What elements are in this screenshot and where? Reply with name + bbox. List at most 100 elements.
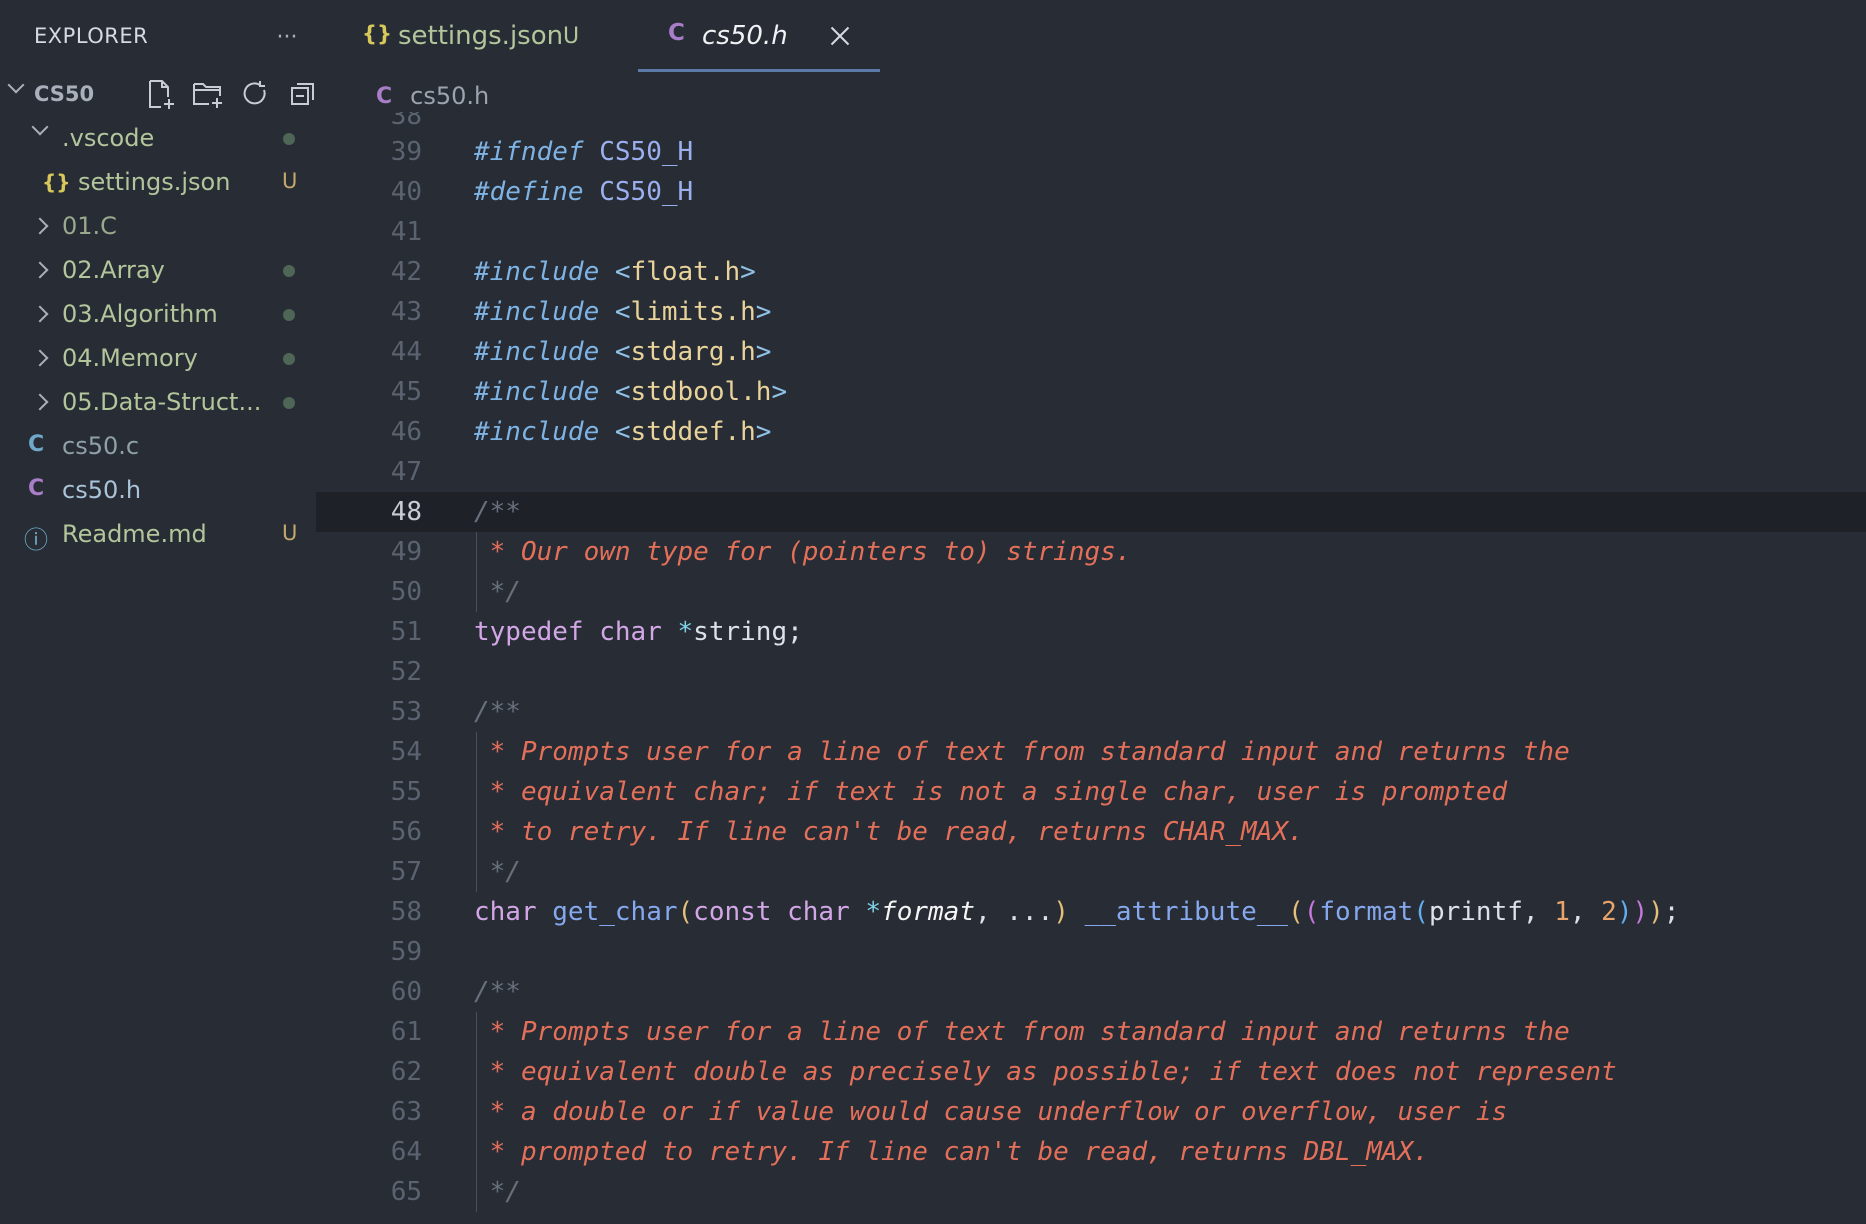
code-line: 58 char get_char(const char *format, ...… [316,892,1866,932]
tree-item-cs50h[interactable]: C cs50.h [0,468,316,512]
line-number: 64 [390,1137,422,1167]
comment: * Prompts user for a line of text from s… [474,1017,1570,1047]
new-file-icon[interactable] [142,78,178,110]
close-icon[interactable] [826,22,854,50]
code-line: 50 */ [316,572,1866,612]
refresh-icon[interactable] [238,78,274,110]
chevron-right-icon [31,349,49,367]
modified-dot [283,265,295,277]
tab-label: settings.json [398,21,564,51]
code-line: 64 * prompted to retry. If line can't be… [316,1132,1866,1172]
line-number: 38 [390,112,422,131]
comment: * equivalent char; if text is not a sing… [474,777,1508,807]
comment: /** [474,697,521,727]
header-file-icon: C [668,20,685,46]
tree-item-label: 04.Memory [62,344,198,372]
code-token: #ifndef [474,137,584,167]
line-number: 63 [390,1097,422,1127]
tree-item-label: Readme.md [62,520,207,548]
line-number: 60 [390,977,422,1007]
line-number: 62 [390,1057,422,1087]
modified-dot [283,397,295,409]
chevron-right-icon [31,393,49,411]
line-number: 42 [390,257,422,287]
line-number: 47 [390,457,422,487]
code-line: 56 * to retry. If line can't be read, re… [316,812,1866,852]
tree-item-vscode[interactable]: .vscode [0,116,316,160]
line-number: 58 [390,897,422,927]
comment: */ [474,857,521,887]
comment: */ [474,1177,521,1207]
line-number: 52 [390,657,422,687]
code-line: 59 [316,932,1866,972]
code-line: 53 /** [316,692,1866,732]
line-number: 65 [390,1177,422,1207]
line-number: 59 [390,937,422,967]
chevron-right-icon [31,261,49,279]
tree-item-settings-json[interactable]: {} settings.json U [0,160,316,204]
code-line: 46 #include <stddef.h> [316,412,1866,452]
code-line: 62 * equivalent double as precisely as p… [316,1052,1866,1092]
code-line: 44 #include <stdarg.h> [316,332,1866,372]
json-file-icon: {} [42,170,71,194]
line-number: 61 [390,1017,422,1047]
tree-item-02array[interactable]: 02.Array [0,248,316,292]
comment: * prompted to retry. If line can't be re… [474,1137,1429,1167]
tree-item-label: 02.Array [62,256,165,284]
tree-item-05datastructures[interactable]: 05.Data-Struct... [0,380,316,424]
code-line: 39 #ifndef CS50_H [316,132,1866,172]
untracked-badge: U [563,24,580,49]
comment: * Our own type for (pointers to) strings… [474,537,1132,567]
comment: * Prompts user for a line of text from s… [474,737,1570,767]
code-token: CS50_H [599,137,694,167]
tab-bar: {} settings.json U C cs50.h [316,0,1866,72]
explorer-title: EXPLORER [34,24,149,48]
code-line: 55 * equivalent char; if text is not a s… [316,772,1866,812]
comment: * to retry. If line can't be read, retur… [474,817,1304,847]
tree-item-label: cs50.c [62,432,140,460]
line-number: 49 [390,537,422,567]
tree-item-01c[interactable]: 01.C [0,204,316,248]
comment: * equivalent double as precisely as poss… [474,1057,1617,1087]
code-line: 43 #include <limits.h> [316,292,1866,332]
info-icon: ⓘ [24,526,48,554]
code-line: 61 * Prompts user for a line of text fro… [316,1012,1866,1052]
line-number: 45 [390,377,422,407]
json-file-icon: {} [362,22,392,46]
tree-item-readme[interactable]: ⓘ Readme.md U [0,512,316,556]
code-line: 63 * a double or if value would cause un… [316,1092,1866,1132]
breadcrumb-item[interactable]: cs50.h [410,82,489,110]
modified-dot [283,133,295,145]
tree-item-03algorithm[interactable]: 03.Algorithm [0,292,316,336]
chevron-right-icon [31,217,49,235]
new-folder-icon[interactable] [190,78,226,110]
more-actions-icon[interactable]: ··· [270,20,304,54]
line-number: 40 [390,177,422,207]
line-number: 41 [390,217,422,247]
tree-item-04memory[interactable]: 04.Memory [0,336,316,380]
tree-item-label: 05.Data-Struct... [62,388,262,416]
modified-dot [283,353,295,365]
untracked-badge: U [282,521,298,545]
code-line: 52 [316,652,1866,692]
workspace-root[interactable]: CS50 [0,74,316,114]
collapse-all-icon[interactable] [286,78,322,110]
tab-settings-json[interactable]: {} settings.json U [316,0,634,72]
line-number: 54 [390,737,422,767]
c-file-icon: C [28,432,45,457]
comment: /** [474,977,521,1007]
tree-item-label: 01.C [62,212,117,240]
tree-item-label: settings.json [78,168,231,196]
comment: * a double or if value would cause under… [474,1097,1508,1127]
tree-item-cs50c[interactable]: C cs50.c [0,424,316,468]
line-number: 39 [390,137,422,167]
explorer-sidebar: EXPLORER ··· CS50 .vscode {} settings.js… [0,0,316,1224]
code-line: 45 #include <stdbool.h> [316,372,1866,412]
line-number: 46 [390,417,422,447]
code-editor[interactable]: 38 39 #ifndef CS50_H 40 #define CS50_H 4… [316,112,1866,1224]
chevron-right-icon [31,305,49,323]
code-line: 49 * Our own type for (pointers to) stri… [316,532,1866,572]
line-number: 48 [390,497,422,527]
workspace-root-label: CS50 [34,82,95,106]
code-line: 60 /** [316,972,1866,1012]
